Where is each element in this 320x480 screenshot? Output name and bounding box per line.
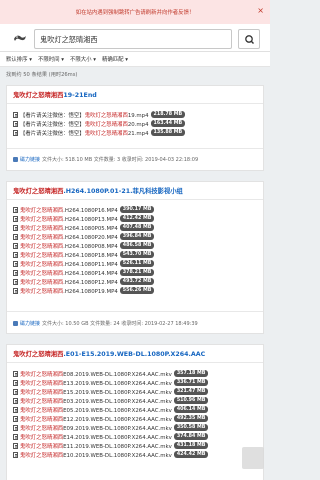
file-size-badge: 374.84 MB	[173, 433, 209, 440]
file-icon	[13, 215, 18, 222]
scroll-to-top-button[interactable]	[242, 447, 264, 469]
file-icon	[13, 269, 18, 276]
file-row: 鬼吹灯之怒晴湘西E13.2019.WEB-DL.1080P.X264.AAC.m…	[13, 378, 209, 387]
file-size-badge: 390.17 MB	[119, 206, 155, 213]
file-size-badge: 493.72 MB	[119, 278, 155, 285]
file-icon	[13, 370, 18, 377]
notice-banner: 如在站内遇到强制跳转广告请刷新并向作者反馈！ ×	[0, 0, 270, 24]
file-row: 鬼吹灯之怒晴湘西E11.2019.WEB-DL.1080P.X264.AAC.m…	[13, 441, 209, 450]
file-size-badge: 336.71 MB	[173, 379, 209, 386]
result-meta: 磁力链接 文件大小: 10.50 GB 文件数量: 24 收录时间: 2019-0…	[13, 320, 198, 327]
file-row: 鬼吹灯之怒晴湘西.H264.1080P12.MP4 493.72 MB	[13, 277, 155, 286]
file-size-badge: 543.70 MB	[119, 251, 155, 258]
file-icon	[13, 251, 18, 258]
file-size-badge: 492.35 MB	[173, 415, 209, 422]
result-card: 鬼吹灯之怒晴湘西.E01-E15.2019.WEB-DL.1080P.X264.…	[6, 344, 264, 480]
search-button[interactable]	[238, 29, 260, 49]
file-icon	[13, 433, 18, 440]
file-icon	[13, 120, 18, 127]
file-row: 鬼吹灯之怒晴湘西.H264.1080P08.MP4 486.58 MB	[13, 241, 155, 250]
file-row: 鬼吹灯之怒晴湘西.H264.1080P13.MP4 412.42 MB	[13, 214, 155, 223]
file-size-badge: 424.42 MB	[173, 451, 209, 458]
file-size-badge: 510.96 MB	[173, 397, 209, 404]
file-row: 鬼吹灯之怒晴湘西.H264.1080P20.MP4 396.84 MB	[13, 232, 155, 241]
filter-bar: 默认排序 ▾ 不限时间 ▾ 不限大小 ▾ 精确匹配 ▾	[0, 52, 270, 67]
file-size-badge: 321.47 MB	[173, 388, 209, 395]
file-icon	[13, 424, 18, 431]
file-size-badge: 556.26 MB	[119, 287, 155, 294]
file-row: 【看片请关注微信：悟空】鬼吹灯之怒晴湘西21.mp4 135.88 MB	[13, 128, 186, 137]
file-row: 鬼吹灯之怒晴湘西E03.2019.WEB-DL.1080P.X264.AAC.m…	[13, 396, 209, 405]
file-size-badge: 350.58 MB	[173, 424, 209, 431]
file-icon	[13, 260, 18, 267]
file-row: 【看片请关注微信：悟空】鬼吹灯之怒晴湘西19.mp4 218.78 MB	[13, 110, 186, 119]
match-dropdown[interactable]: 精确匹配 ▾	[102, 55, 128, 63]
magnet-link[interactable]: 磁力链接	[20, 320, 40, 327]
file-size-badge: 486.58 MB	[119, 242, 155, 249]
file-icon	[13, 206, 18, 213]
magnet-link[interactable]: 磁力链接	[20, 156, 40, 163]
result-meta: 磁力链接 文件大小: 518.10 MB 文件数量: 3 收录时间: 2019-0…	[13, 156, 198, 163]
file-icon	[13, 242, 18, 249]
file-row: 鬼吹灯之怒晴湘西.H264.1080P16.MP4 390.17 MB	[13, 205, 155, 214]
file-size-badge: 357.18 MB	[173, 370, 209, 377]
file-icon	[13, 406, 18, 413]
file-icon	[13, 415, 18, 422]
file-icon	[13, 233, 18, 240]
file-size-badge: 407.48 MB	[119, 224, 155, 231]
file-row: 【看片请关注微信：悟空】鬼吹灯之怒晴湘西20.mp4 163.44 MB	[13, 119, 186, 128]
result-title[interactable]: 鬼吹灯之怒晴湘西19-21End	[13, 90, 97, 99]
result-title[interactable]: 鬼吹灯之怒晴湘西.E01-E15.2019.WEB-DL.1080P.X264.…	[13, 349, 205, 358]
file-row: 鬼吹灯之怒晴湘西.H264.1080P18.MP4 543.70 MB	[13, 250, 155, 259]
file-row: 鬼吹灯之怒晴湘西E15.2019.WEB-DL.1080P.X264.AAC.m…	[13, 387, 209, 396]
time-dropdown[interactable]: 不限时间 ▾	[38, 55, 64, 63]
search-header: 鬼吹灯之怒晴湘西	[0, 24, 270, 52]
close-icon[interactable]: ×	[257, 6, 264, 16]
file-icon	[13, 379, 18, 386]
size-dropdown[interactable]: 不限大小 ▾	[70, 55, 96, 63]
file-icon	[13, 224, 18, 231]
sort-dropdown[interactable]: 默认排序 ▾	[6, 55, 32, 63]
file-size-badge: 526.11 MB	[119, 260, 155, 267]
file-icon	[13, 442, 18, 449]
file-row: 鬼吹灯之怒晴湘西.H264.1080P11.MP4 526.11 MB	[13, 259, 155, 268]
file-row: 鬼吹灯之怒晴湘西E10.2019.WEB-DL.1080P.X264.AAC.m…	[13, 450, 209, 459]
magnet-icon	[13, 157, 18, 162]
result-card: 鬼吹灯之怒晴湘西19-21End 【看片请关注微信：悟空】鬼吹灯之怒晴湘西19.…	[6, 85, 264, 171]
file-row: 鬼吹灯之怒晴湘西.H264.1080P14.MP4 378.21 MB	[13, 268, 155, 277]
file-size-badge: 406.14 MB	[173, 406, 209, 413]
file-size-badge: 135.88 MB	[150, 129, 186, 136]
result-count: 找到约 50 条结果 (用时26ms)	[6, 72, 78, 78]
file-row: 鬼吹灯之怒晴湘西E09.2019.WEB-DL.1080P.X264.AAC.m…	[13, 423, 209, 432]
notice-text: 如在站内遇到强制跳转广告请刷新并向作者反馈！	[75, 10, 195, 16]
file-row: 鬼吹灯之怒晴湘西E05.2019.WEB-DL.1080P.X264.AAC.m…	[13, 405, 209, 414]
search-input[interactable]: 鬼吹灯之怒晴湘西	[34, 29, 232, 49]
file-row: 鬼吹灯之怒晴湘西E08.2019.WEB-DL.1080P.X264.AAC.m…	[13, 369, 209, 378]
file-row: 鬼吹灯之怒晴湘西E12.2019.WEB-DL.1080P.X264.AAC.m…	[13, 414, 209, 423]
file-row: 鬼吹灯之怒晴湘西.H264.1080P19.MP4 556.26 MB	[13, 286, 155, 295]
result-card: 鬼吹灯之怒晴湘西.H264.1080P.01-21.菲凡科技影视小组 鬼吹灯之怒…	[6, 181, 264, 334]
file-size-badge: 378.21 MB	[119, 269, 155, 276]
file-icon	[13, 287, 18, 294]
file-row: 鬼吹灯之怒晴湘西.H264.1080P05.MP4 407.48 MB	[13, 223, 155, 232]
result-title[interactable]: 鬼吹灯之怒晴湘西.H264.1080P.01-21.菲凡科技影视小组	[13, 186, 183, 195]
file-icon	[13, 129, 18, 136]
search-icon	[245, 35, 254, 44]
file-icon	[13, 388, 18, 395]
file-row: 鬼吹灯之怒晴湘西E14.2019.WEB-DL.1080P.X264.AAC.m…	[13, 432, 209, 441]
magnet-icon	[13, 321, 18, 326]
file-icon	[13, 451, 18, 458]
file-size-badge: 218.78 MB	[150, 111, 186, 118]
file-size-badge: 412.42 MB	[119, 215, 155, 222]
file-size-badge: 396.84 MB	[119, 233, 155, 240]
file-icon	[13, 111, 18, 118]
file-size-badge: 163.44 MB	[150, 120, 186, 127]
file-icon	[13, 278, 18, 285]
file-icon	[13, 397, 18, 404]
dragon-logo-icon[interactable]	[13, 33, 27, 43]
file-size-badge: 431.18 MB	[173, 442, 209, 449]
